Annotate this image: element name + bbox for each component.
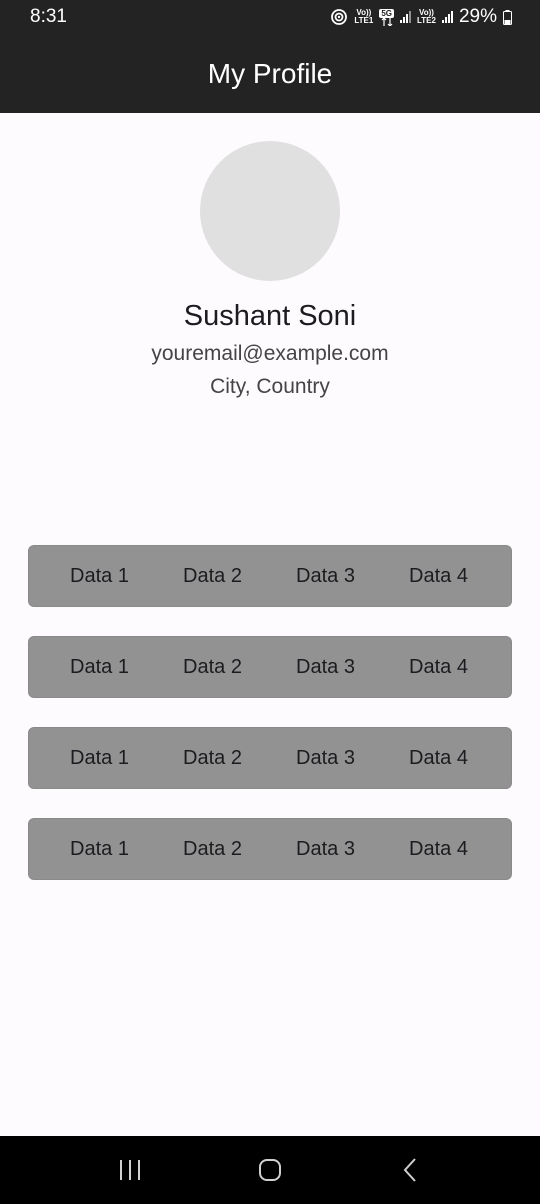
data-cell: Data 4 xyxy=(409,655,468,678)
volte1-indicator: Vo)) LTE1 xyxy=(354,9,373,25)
data-cell: Data 2 xyxy=(183,564,242,587)
app-bar: My Profile xyxy=(0,34,540,113)
data-cell: Data 2 xyxy=(183,655,242,678)
data-row-4[interactable]: Data 1 Data 2 Data 3 Data 4 xyxy=(28,818,512,880)
avatar[interactable] xyxy=(200,141,340,281)
data-cell: Data 3 xyxy=(296,837,355,860)
signal2-icon xyxy=(441,11,453,23)
profile-name: Sushant Soni xyxy=(183,300,357,332)
profile-location: City, Country xyxy=(210,375,330,398)
status-icons: Vo)) LTE1 5G Vo)) LTE2 29% xyxy=(330,6,512,28)
data-arrows-icon xyxy=(381,17,393,26)
data-cell: Data 4 xyxy=(409,564,468,587)
profile-email: youremail@example.com xyxy=(151,342,389,365)
data-row-3[interactable]: Data 1 Data 2 Data 3 Data 4 xyxy=(28,727,512,789)
data-cell: Data 4 xyxy=(409,746,468,769)
data-row-2[interactable]: Data 1 Data 2 Data 3 Data 4 xyxy=(28,636,512,698)
back-icon xyxy=(403,1158,416,1182)
data-cell: Data 3 xyxy=(296,655,355,678)
system-nav-bar xyxy=(0,1136,540,1204)
home-icon xyxy=(259,1159,281,1181)
recents-icon xyxy=(120,1160,140,1180)
data-cell: Data 1 xyxy=(70,655,129,678)
volte2-indicator: Vo)) LTE2 xyxy=(417,9,436,25)
data-cell: Data 2 xyxy=(183,746,242,769)
recents-button[interactable] xyxy=(100,1150,160,1190)
network-indicator: 5G xyxy=(379,8,394,26)
status-time: 8:31 xyxy=(30,6,67,27)
data-cell: Data 2 xyxy=(183,837,242,860)
page-title: My Profile xyxy=(207,57,333,89)
lte2-label: LTE2 xyxy=(417,16,436,25)
network-badge: 5G xyxy=(379,8,394,18)
data-cell: Data 1 xyxy=(70,746,129,769)
data-cell: Data 4 xyxy=(409,837,468,860)
data-cell: Data 3 xyxy=(296,746,355,769)
data-cell: Data 3 xyxy=(296,564,355,587)
battery-percent: 29% xyxy=(458,6,497,27)
battery-icon xyxy=(503,9,512,25)
signal1-icon xyxy=(400,11,411,23)
lte1-label: LTE1 xyxy=(354,16,374,25)
status-bar: 8:31 Vo)) LTE1 5G Vo)) LTE2 29% xyxy=(0,0,540,34)
home-button[interactable] xyxy=(240,1150,300,1190)
data-cell: Data 1 xyxy=(70,837,129,860)
back-button[interactable] xyxy=(380,1150,440,1190)
profile-screen: 8:31 Vo)) LTE1 5G Vo)) LTE2 29% My Profi… xyxy=(0,0,540,1204)
data-list: Data 1 Data 2 Data 3 Data 4 Data 1 Data … xyxy=(28,545,512,909)
hotspot-icon xyxy=(331,9,348,25)
data-row-1[interactable]: Data 1 Data 2 Data 3 Data 4 xyxy=(28,545,512,607)
data-cell: Data 1 xyxy=(70,564,129,587)
